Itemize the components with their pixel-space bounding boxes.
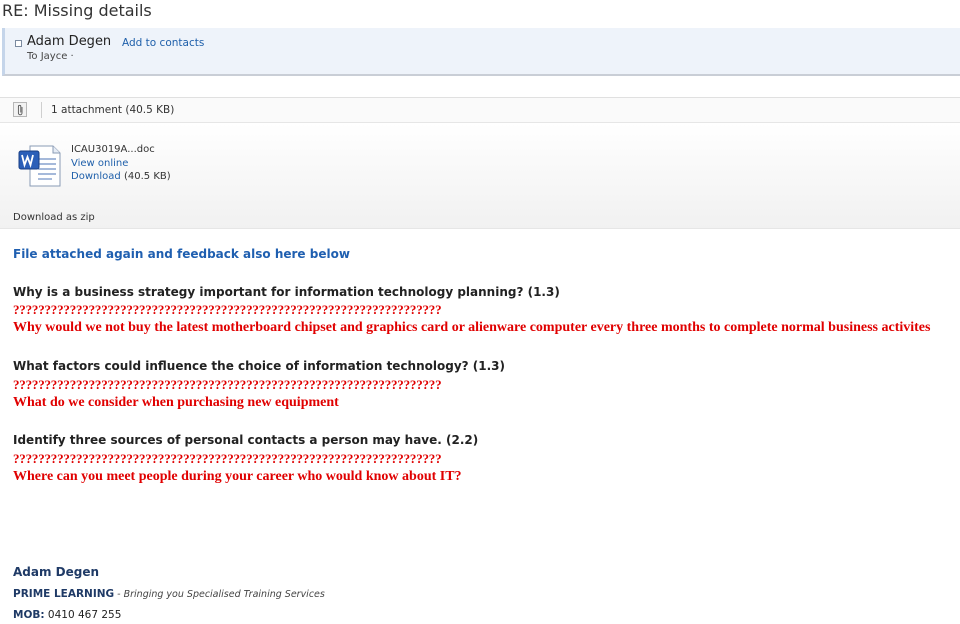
signature-tagline: - Bringing you Specialised Training Serv… (114, 589, 325, 600)
attachment-file-name: ICAU3019A...doc (71, 144, 155, 155)
attachment-size: (40.5 KB) (124, 171, 171, 182)
feedback-3: Where can you meet people during your ca… (13, 469, 462, 484)
question-3: Identify three sources of personal conta… (13, 433, 479, 447)
divider (41, 102, 42, 118)
email-subject: RE: Missing details (2, 1, 152, 20)
attachment-bar: 1 attachment (40.5 KB) (0, 97, 960, 123)
question-marks-3: ????????????????????????????????????????… (13, 451, 442, 466)
feedback-1: Why would we not buy the latest motherbo… (13, 320, 931, 335)
signature-mob-number[interactable]: 0410 467 255 (45, 609, 122, 621)
signature-company: PRIME LEARNING (13, 588, 115, 600)
signature-mobile-line: MOB: 0410 467 255 (13, 609, 121, 621)
signature-name: Adam Degen (13, 565, 100, 579)
attachment-area: ICAU3019A...doc View online Download (40… (0, 123, 960, 229)
signature-mob-label: MOB: (13, 609, 45, 621)
download-as-zip-link[interactable]: Download as zip (13, 212, 95, 223)
word-document-icon[interactable] (18, 145, 62, 191)
attachment-summary: 1 attachment (40.5 KB) (51, 104, 175, 116)
download-link[interactable]: Download (71, 171, 121, 182)
intro-text: File attached again and feedback also he… (13, 247, 350, 261)
sender-name[interactable]: Adam Degen (27, 34, 111, 49)
view-online-link[interactable]: View online (71, 158, 128, 169)
recipient-line[interactable]: To Jayce · (27, 51, 74, 62)
signature-company-line: PRIME LEARNING - Bringing you Specialise… (13, 588, 325, 600)
question-1: Why is a business strategy important for… (13, 285, 560, 299)
question-marks-1: ????????????????????????????????????????… (13, 302, 442, 317)
question-marks-2: ????????????????????????????????????????… (13, 377, 442, 392)
question-2: What factors could influence the choice … (13, 359, 506, 373)
paperclip-icon (13, 102, 27, 117)
feedback-2: What do we consider when purchasing new … (13, 395, 339, 410)
sender-header: Adam Degen Add to contacts To Jayce · (2, 28, 960, 76)
collapse-icon[interactable] (15, 40, 22, 47)
add-to-contacts-link[interactable]: Add to contacts (122, 37, 204, 49)
